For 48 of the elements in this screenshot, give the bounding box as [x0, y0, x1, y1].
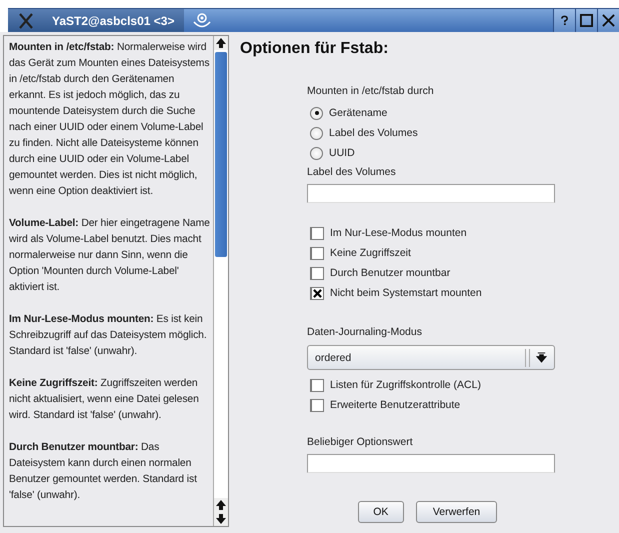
dropdown[interactable]: ordered [307, 345, 555, 370]
checkbox-label[interactable]: Im Nur-Lese-Modus mounten [330, 227, 467, 239]
checkbox-label[interactable]: Nicht beim Systemstart mounten [330, 287, 482, 299]
help-paragraph: Im Nur-Lese-Modus mounten: Es ist kein Schreibzugriff auf das Dateisystem möglich. Standard ist 'false' (unwahr). [9, 313, 208, 359]
radio-button[interactable] [310, 106, 323, 120]
scroll-down-arrow-icon[interactable] [214, 512, 228, 526]
maximize-icon [580, 14, 593, 27]
checkbox[interactable] [310, 286, 324, 300]
radio-label[interactable]: Label des Volumes [329, 127, 418, 139]
checkbox-label[interactable]: Listen für Zugriffskontrolle (ACL) [330, 379, 481, 391]
field-label: Daten-Journaling-Modus [307, 325, 423, 340]
close-button[interactable] [597, 9, 619, 32]
help-paragraph: Durch Benutzer mountbar: Das Dateisystem kann durch einen normalen Benutzer gemountet werden. Standard ist 'false' (unwahr). [9, 441, 198, 503]
checkbox[interactable] [310, 226, 324, 240]
maximize-button[interactable] [575, 9, 597, 32]
radio-button[interactable] [310, 126, 323, 140]
dialog-heading: Optionen für Fstab: [240, 40, 390, 58]
close-icon [602, 14, 615, 27]
input-field[interactable] [307, 184, 555, 203]
field-label: Beliebiger Optionswert [307, 435, 414, 450]
input-field[interactable] [307, 454, 555, 473]
radio-label[interactable]: UUID [329, 147, 355, 159]
window-title: YaST2@asbcls01 <3> [52, 14, 174, 28]
scrollbar-thumb[interactable] [215, 52, 227, 257]
help-paragraph: Mounten in /etc/fstab: Normalerweise wird das Gerät zum Mounten eines Dateisystems in /etc/fstab durch den Gerätenamen erkannt. Es ist jedoch möglich, das zu mountende Dateisystem durch die Suche nach einer UUID oder einem Volume-Label zu finden. Nicht alle Dateisysteme können durch eine UUID oder ein Volume-Label gemountet werden. Dies ist nicht möglich, wenn eine Option deaktiviert ist. [9, 41, 210, 199]
dialog-button[interactable]: OK [358, 501, 404, 523]
checkbox-label[interactable]: Durch Benutzer mountbar [330, 267, 450, 279]
checkbox-label[interactable]: Keine Zugriffszeit [330, 247, 411, 259]
question-mark-icon [560, 14, 569, 27]
x-logo-icon [18, 12, 34, 28]
checkbox[interactable] [310, 378, 324, 392]
help-paragraph: Keine Zugriffszeit: Zugriffszeiten werden nicht aktualisiert, wenn eine Datei gelesen wird. Standard ist 'false' (unwahr). [9, 377, 200, 423]
dropdown-arrow-icon [536, 352, 547, 363]
scrollbar[interactable] [213, 36, 228, 526]
scroll-up-arrow-icon[interactable] [214, 498, 228, 512]
swirl-logo-icon [192, 10, 212, 30]
help-button[interactable] [553, 9, 575, 32]
help-paragraph: Volume-Label: Der hier eingetragene Name wird als Volume-Label benutzt. Dies macht normalerweise nur dann Sinn, wenn die Option 'Mounten durch Volume-Label' aktiviert ist. [9, 217, 210, 295]
group-label: Mounten in /etc/fstab durch [307, 84, 435, 99]
dialog-button[interactable]: Verwerfen [416, 501, 498, 523]
radio-label[interactable]: Gerätename [329, 107, 388, 119]
field-label: Label des Volumes [307, 165, 397, 180]
checkbox[interactable] [310, 398, 324, 412]
checkbox[interactable] [310, 246, 324, 260]
radio-button[interactable] [310, 146, 323, 160]
checkbox[interactable] [310, 266, 324, 280]
scroll-up-arrow-icon[interactable] [214, 36, 228, 50]
checkbox-label[interactable]: Erweiterte Benutzerattribute [330, 399, 460, 411]
